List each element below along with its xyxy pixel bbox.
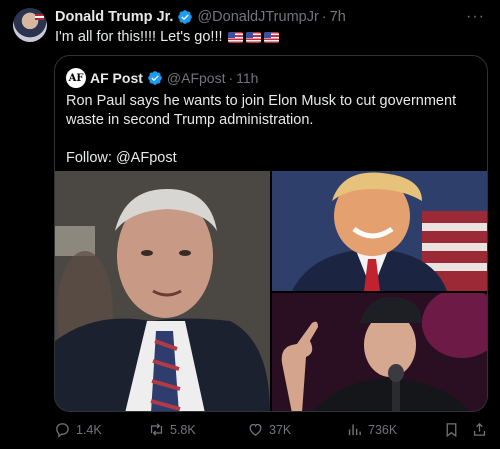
author-name[interactable]: Donald Trump Jr. <box>55 9 173 25</box>
post-text: I'm all for this!!!! Let's go!!! <box>55 29 279 45</box>
action-bar: 1.4K 5.8K 37K 736K <box>54 421 492 441</box>
quoted-post-header: AF AF Post @AFpost · 11h <box>66 68 258 88</box>
views-count: 736K <box>368 422 398 437</box>
share-icon <box>473 422 486 436</box>
more-options-button[interactable]: ··· <box>466 8 485 26</box>
us-flag-icon <box>245 31 261 43</box>
post-header: Donald Trump Jr. @DonaldJTrumpJr · 7h <box>55 9 346 25</box>
verified-badge-icon <box>148 71 162 85</box>
quoted-post-follow-line: Follow: @AFpost <box>66 150 177 166</box>
separator-dot: · <box>321 9 327 25</box>
bookmark-button[interactable] <box>443 421 465 438</box>
author-handle[interactable]: @DonaldJTrumpJr <box>197 9 318 25</box>
like-count: 37K <box>269 422 292 437</box>
share-button[interactable] <box>471 421 493 438</box>
verified-badge-icon <box>178 10 193 24</box>
us-flag-emojis <box>227 31 279 43</box>
quoted-author-avatar[interactable]: AF <box>66 68 86 88</box>
quoted-post-text: Ron Paul says he wants to join Elon Musk… <box>66 92 476 168</box>
quoted-post-timestamp[interactable]: 11h <box>236 70 258 86</box>
separator-dot: · <box>228 70 234 86</box>
views-button[interactable]: 736K <box>346 421 397 438</box>
repost-icon <box>150 423 163 436</box>
quoted-author-name[interactable]: AF Post <box>90 70 143 86</box>
post-body: I'm all for this!!!! Let's go!!! <box>55 29 223 45</box>
us-flag-icon <box>227 31 243 43</box>
views-icon <box>348 424 361 436</box>
reply-button[interactable]: 1.4K <box>54 421 102 438</box>
like-button[interactable]: 37K <box>247 421 291 438</box>
post-timestamp[interactable]: 7h <box>330 9 346 25</box>
quoted-post-body: Ron Paul says he wants to join Elon Musk… <box>66 93 457 128</box>
quoted-post[interactable]: AF AF Post @AFpost · 11h Ron Paul says h… <box>54 55 488 412</box>
media-grid[interactable] <box>55 171 487 411</box>
photo-ron-paul[interactable] <box>55 171 270 411</box>
reply-count: 1.4K <box>76 422 102 437</box>
reply-icon <box>56 423 69 438</box>
photo-elon-musk[interactable] <box>272 293 487 411</box>
heart-icon <box>249 423 262 436</box>
quoted-author-handle[interactable]: @AFpost <box>167 70 226 86</box>
post[interactable]: Donald Trump Jr. @DonaldJTrumpJr · 7h ··… <box>0 0 500 449</box>
repost-button[interactable]: 5.8K <box>148 421 196 438</box>
repost-count: 5.8K <box>170 422 196 437</box>
bookmark-icon <box>446 423 457 438</box>
author-avatar[interactable] <box>13 8 47 42</box>
photo-donald-trump[interactable] <box>272 171 487 291</box>
us-flag-icon <box>263 31 279 43</box>
